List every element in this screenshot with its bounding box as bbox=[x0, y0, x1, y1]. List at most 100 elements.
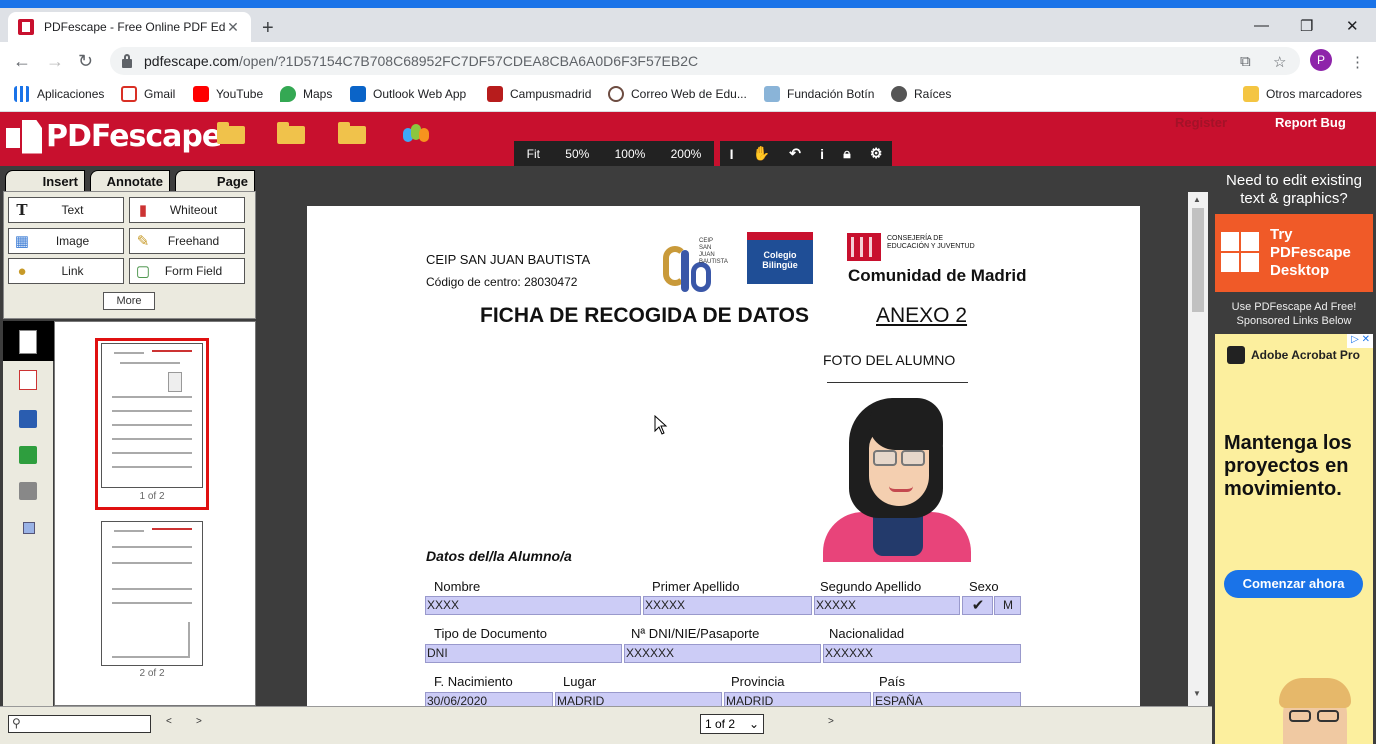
zoom-100-button[interactable]: 100% bbox=[615, 147, 646, 161]
tab-annotate[interactable]: Annotate bbox=[90, 170, 170, 192]
bookmark-campusmadrid[interactable]: Campusmadrid bbox=[487, 86, 591, 102]
page-layout-icon[interactable] bbox=[23, 522, 35, 534]
users-icon[interactable] bbox=[401, 122, 429, 144]
fundacion-icon bbox=[764, 86, 780, 102]
ad-brand: Adobe Acrobat Pro bbox=[1227, 346, 1360, 364]
apps-grid-icon bbox=[14, 86, 30, 102]
search-input[interactable]: ⚲ bbox=[8, 715, 151, 733]
save-icon[interactable] bbox=[19, 410, 37, 428]
outlook-icon bbox=[350, 86, 366, 102]
checkbox-sexo-h[interactable]: ✔ bbox=[962, 596, 993, 615]
tab-pdfescape[interactable]: PDFescape - Free Online PDF Edi ✕ bbox=[8, 12, 251, 42]
insert-whiteout-button[interactable]: ▮ Whiteout bbox=[129, 197, 245, 223]
report-bug-link[interactable]: Report Bug bbox=[1275, 115, 1346, 130]
bookmark-youtube[interactable]: YouTube bbox=[193, 86, 263, 102]
document-scrollbar[interactable]: ▲ ▼ bbox=[1188, 192, 1208, 706]
windows-logo-icon bbox=[1221, 232, 1259, 272]
pages-icon[interactable] bbox=[19, 330, 37, 354]
student-photo bbox=[823, 394, 973, 562]
label-dni: Nª DNI/NIE/Pasaporte bbox=[631, 626, 760, 641]
field-lugar[interactable]: MADRID bbox=[555, 692, 722, 706]
lock-tool-icon[interactable]: 🔒︎ bbox=[843, 145, 850, 162]
bookmark-aplicaciones[interactable]: Aplicaciones bbox=[14, 86, 104, 102]
bookmark-gmail[interactable]: Gmail bbox=[121, 86, 175, 102]
field-pais[interactable]: ESPAÑA bbox=[873, 692, 1021, 706]
hand-tool-icon[interactable]: ✋ bbox=[753, 145, 770, 162]
status-bar: ⚲ < > 1 of 2 ⌄ > bbox=[0, 706, 1212, 744]
back-icon[interactable]: ← bbox=[13, 51, 31, 72]
translate-icon[interactable]: ⧉ bbox=[1240, 53, 1251, 70]
bookmark-raices[interactable]: Raíces bbox=[891, 86, 951, 102]
sponsored-ad[interactable]: ▷ ✕ Adobe Acrobat Pro Mantenga los proye… bbox=[1215, 334, 1373, 744]
tab-title: PDFescape - Free Online PDF Edi bbox=[44, 20, 225, 34]
print-icon[interactable] bbox=[19, 482, 37, 500]
pdfescape-logo[interactable]: PDFescape bbox=[6, 119, 222, 154]
new-document-icon[interactable] bbox=[217, 122, 245, 144]
next-page-icon[interactable]: > bbox=[828, 716, 834, 727]
ad-cta-button[interactable]: Comenzar ahora bbox=[1224, 570, 1363, 598]
search-prev-icon[interactable]: < bbox=[166, 716, 172, 727]
field-nombre[interactable]: XXXX bbox=[425, 596, 641, 615]
recent-documents-icon[interactable] bbox=[338, 122, 366, 144]
page-selector[interactable]: 1 of 2 ⌄ bbox=[700, 714, 764, 734]
field-provincia[interactable]: MADRID bbox=[724, 692, 871, 706]
forward-icon[interactable]: → bbox=[46, 51, 64, 72]
insert-image-button[interactable]: ▦ Image bbox=[8, 228, 124, 254]
close-window-icon[interactable]: ✕ bbox=[1346, 17, 1359, 35]
more-button[interactable]: More bbox=[103, 292, 155, 310]
search-next-icon[interactable]: > bbox=[196, 716, 202, 727]
tab-bar: PDFescape - Free Online PDF Edi ✕ + — ❐ … bbox=[0, 8, 1376, 42]
field-fecha-nacimiento[interactable]: 30/06/2020 bbox=[425, 692, 553, 706]
bookmark-fundacion-botin[interactable]: Fundación Botín bbox=[764, 86, 874, 102]
tab-insert[interactable]: Insert bbox=[5, 170, 85, 192]
pdf-icon[interactable] bbox=[19, 370, 37, 390]
tab-page[interactable]: Page bbox=[175, 170, 255, 192]
scroll-up-icon[interactable]: ▲ bbox=[1193, 195, 1201, 204]
star-icon[interactable]: ☆ bbox=[1273, 53, 1286, 71]
tab-close-icon[interactable]: ✕ bbox=[225, 19, 241, 36]
zoom-50-button[interactable]: 50% bbox=[565, 147, 589, 161]
field-sexo-m[interactable]: M bbox=[994, 596, 1021, 615]
text-select-icon[interactable]: I bbox=[730, 146, 734, 162]
bookmark-maps[interactable]: Maps bbox=[280, 86, 332, 102]
whiteout-icon: ▮ bbox=[138, 202, 148, 219]
scrollbar-thumb[interactable] bbox=[1192, 208, 1204, 312]
info-icon[interactable]: i bbox=[820, 146, 824, 162]
reload-icon[interactable]: ↻ bbox=[78, 51, 93, 72]
field-dni[interactable]: XXXXXX bbox=[624, 644, 821, 663]
zoom-200-button[interactable]: 200% bbox=[671, 147, 702, 161]
bookmark-otros-marcadores[interactable]: Otros marcadores bbox=[1243, 86, 1362, 102]
field-primer-apellido[interactable]: XXXXX bbox=[643, 596, 812, 615]
profile-avatar[interactable]: P bbox=[1310, 49, 1332, 71]
open-document-icon[interactable] bbox=[277, 122, 305, 144]
lock-icon bbox=[122, 53, 132, 68]
scroll-down-icon[interactable]: ▼ bbox=[1193, 689, 1201, 698]
photo-frame-line bbox=[827, 382, 968, 383]
field-nacionalidad[interactable]: XXXXXX bbox=[823, 644, 1021, 663]
bookmark-outlook[interactable]: Outlook Web App bbox=[350, 86, 466, 102]
maximize-icon[interactable]: ❐ bbox=[1300, 17, 1313, 35]
insert-link-button[interactable]: ● Link bbox=[8, 258, 124, 284]
ad-body-text: Mantenga los proyectos en movimiento. bbox=[1224, 432, 1352, 500]
page-thumbnail-1[interactable] bbox=[101, 343, 203, 488]
minimize-icon[interactable]: — bbox=[1254, 17, 1269, 34]
ad-free-text[interactable]: Use PDFescape Ad Free! Sponsored Links B… bbox=[1212, 300, 1376, 328]
settings-gear-icon[interactable]: ⚙ bbox=[870, 145, 883, 162]
download-icon[interactable] bbox=[19, 446, 37, 464]
menu-kebab-icon[interactable]: ⋮ bbox=[1350, 53, 1365, 71]
url-field[interactable]: pdfescape.com/open/?1D57154C7B708C68952F… bbox=[110, 47, 1300, 75]
field-tipo-documento[interactable]: DNI bbox=[425, 644, 622, 663]
insert-freehand-button[interactable]: ✎ Freehand bbox=[129, 228, 245, 254]
page-thumbnail-2[interactable] bbox=[101, 521, 203, 666]
desktop-promo-banner[interactable]: Try PDFescape Desktop bbox=[1215, 214, 1373, 292]
register-link[interactable]: Register bbox=[1175, 115, 1227, 130]
bilingual-badge: Colegio Bilingüe bbox=[747, 232, 813, 284]
field-segundo-apellido[interactable]: XXXXX bbox=[814, 596, 960, 615]
insert-form-field-button[interactable]: ▢ Form Field bbox=[129, 258, 245, 284]
bookmark-correo-web[interactable]: Correo Web de Edu... bbox=[608, 86, 747, 102]
insert-text-button[interactable]: T Text bbox=[8, 197, 124, 223]
new-tab-button[interactable]: + bbox=[262, 17, 274, 40]
folder-icon bbox=[1243, 86, 1259, 102]
undo-icon[interactable]: ↶ bbox=[789, 145, 801, 162]
zoom-fit-button[interactable]: Fit bbox=[527, 147, 540, 161]
